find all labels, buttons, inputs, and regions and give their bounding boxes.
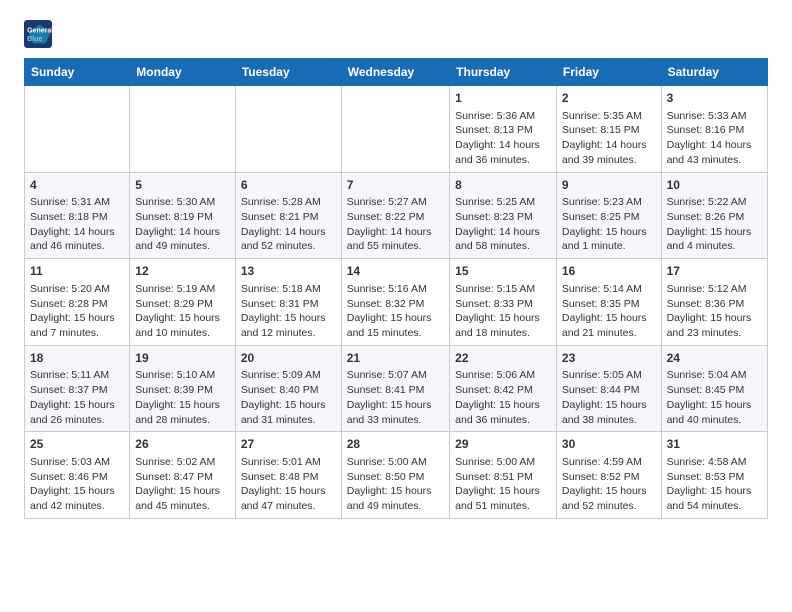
day-number: 30 xyxy=(562,436,656,453)
day-cell: 24Sunrise: 5:04 AMSunset: 8:45 PMDayligh… xyxy=(661,345,767,432)
day-cell: 10Sunrise: 5:22 AMSunset: 8:26 PMDayligh… xyxy=(661,172,767,259)
day-cell xyxy=(25,86,130,173)
day-cell: 22Sunrise: 5:06 AMSunset: 8:42 PMDayligh… xyxy=(450,345,557,432)
day-number: 14 xyxy=(347,263,444,280)
day-cell: 18Sunrise: 5:11 AMSunset: 8:37 PMDayligh… xyxy=(25,345,130,432)
day-number: 19 xyxy=(135,350,230,367)
day-number: 1 xyxy=(455,90,551,107)
day-number: 16 xyxy=(562,263,656,280)
day-number: 25 xyxy=(30,436,124,453)
weekday-header-monday: Monday xyxy=(130,59,236,86)
day-cell: 11Sunrise: 5:20 AMSunset: 8:28 PMDayligh… xyxy=(25,259,130,346)
day-number: 21 xyxy=(347,350,444,367)
day-number: 24 xyxy=(667,350,762,367)
day-number: 8 xyxy=(455,177,551,194)
day-number: 10 xyxy=(667,177,762,194)
day-number: 28 xyxy=(347,436,444,453)
day-cell: 25Sunrise: 5:03 AMSunset: 8:46 PMDayligh… xyxy=(25,432,130,519)
day-cell xyxy=(341,86,449,173)
day-cell: 19Sunrise: 5:10 AMSunset: 8:39 PMDayligh… xyxy=(130,345,236,432)
day-number: 22 xyxy=(455,350,551,367)
weekday-header-row: SundayMondayTuesdayWednesdayThursdayFrid… xyxy=(25,59,768,86)
day-cell xyxy=(130,86,236,173)
day-cell: 7Sunrise: 5:27 AMSunset: 8:22 PMDaylight… xyxy=(341,172,449,259)
day-number: 3 xyxy=(667,90,762,107)
day-number: 18 xyxy=(30,350,124,367)
day-number: 12 xyxy=(135,263,230,280)
week-row-1: 1Sunrise: 5:36 AMSunset: 8:13 PMDaylight… xyxy=(25,86,768,173)
weekday-header-tuesday: Tuesday xyxy=(235,59,341,86)
day-cell: 5Sunrise: 5:30 AMSunset: 8:19 PMDaylight… xyxy=(130,172,236,259)
logo: General Blue xyxy=(24,20,56,48)
day-number: 26 xyxy=(135,436,230,453)
week-row-3: 11Sunrise: 5:20 AMSunset: 8:28 PMDayligh… xyxy=(25,259,768,346)
svg-text:Blue: Blue xyxy=(27,36,42,43)
day-cell xyxy=(235,86,341,173)
day-number: 6 xyxy=(241,177,336,194)
day-cell: 20Sunrise: 5:09 AMSunset: 8:40 PMDayligh… xyxy=(235,345,341,432)
weekday-header-wednesday: Wednesday xyxy=(341,59,449,86)
day-number: 7 xyxy=(347,177,444,194)
day-number: 23 xyxy=(562,350,656,367)
day-cell: 28Sunrise: 5:00 AMSunset: 8:50 PMDayligh… xyxy=(341,432,449,519)
day-cell: 4Sunrise: 5:31 AMSunset: 8:18 PMDaylight… xyxy=(25,172,130,259)
day-cell: 26Sunrise: 5:02 AMSunset: 8:47 PMDayligh… xyxy=(130,432,236,519)
day-cell: 6Sunrise: 5:28 AMSunset: 8:21 PMDaylight… xyxy=(235,172,341,259)
day-number: 31 xyxy=(667,436,762,453)
day-cell: 30Sunrise: 4:59 AMSunset: 8:52 PMDayligh… xyxy=(556,432,661,519)
weekday-header-thursday: Thursday xyxy=(450,59,557,86)
day-cell: 8Sunrise: 5:25 AMSunset: 8:23 PMDaylight… xyxy=(450,172,557,259)
day-number: 4 xyxy=(30,177,124,194)
calendar-table: SundayMondayTuesdayWednesdayThursdayFrid… xyxy=(24,58,768,519)
day-cell: 17Sunrise: 5:12 AMSunset: 8:36 PMDayligh… xyxy=(661,259,767,346)
day-cell: 16Sunrise: 5:14 AMSunset: 8:35 PMDayligh… xyxy=(556,259,661,346)
weekday-header-sunday: Sunday xyxy=(25,59,130,86)
week-row-2: 4Sunrise: 5:31 AMSunset: 8:18 PMDaylight… xyxy=(25,172,768,259)
day-cell: 13Sunrise: 5:18 AMSunset: 8:31 PMDayligh… xyxy=(235,259,341,346)
header: General Blue xyxy=(24,20,768,48)
day-cell: 2Sunrise: 5:35 AMSunset: 8:15 PMDaylight… xyxy=(556,86,661,173)
day-number: 29 xyxy=(455,436,551,453)
weekday-header-friday: Friday xyxy=(556,59,661,86)
weekday-header-saturday: Saturday xyxy=(661,59,767,86)
day-cell: 29Sunrise: 5:00 AMSunset: 8:51 PMDayligh… xyxy=(450,432,557,519)
day-cell: 15Sunrise: 5:15 AMSunset: 8:33 PMDayligh… xyxy=(450,259,557,346)
day-cell: 14Sunrise: 5:16 AMSunset: 8:32 PMDayligh… xyxy=(341,259,449,346)
day-number: 5 xyxy=(135,177,230,194)
day-cell: 1Sunrise: 5:36 AMSunset: 8:13 PMDaylight… xyxy=(450,86,557,173)
day-cell: 21Sunrise: 5:07 AMSunset: 8:41 PMDayligh… xyxy=(341,345,449,432)
week-row-5: 25Sunrise: 5:03 AMSunset: 8:46 PMDayligh… xyxy=(25,432,768,519)
day-number: 13 xyxy=(241,263,336,280)
day-number: 2 xyxy=(562,90,656,107)
week-row-4: 18Sunrise: 5:11 AMSunset: 8:37 PMDayligh… xyxy=(25,345,768,432)
day-cell: 23Sunrise: 5:05 AMSunset: 8:44 PMDayligh… xyxy=(556,345,661,432)
day-number: 17 xyxy=(667,263,762,280)
day-cell: 31Sunrise: 4:58 AMSunset: 8:53 PMDayligh… xyxy=(661,432,767,519)
day-cell: 3Sunrise: 5:33 AMSunset: 8:16 PMDaylight… xyxy=(661,86,767,173)
logo-icon: General Blue xyxy=(24,20,52,48)
day-number: 20 xyxy=(241,350,336,367)
day-cell: 27Sunrise: 5:01 AMSunset: 8:48 PMDayligh… xyxy=(235,432,341,519)
day-number: 9 xyxy=(562,177,656,194)
svg-text:General: General xyxy=(27,27,52,34)
day-number: 27 xyxy=(241,436,336,453)
day-cell: 12Sunrise: 5:19 AMSunset: 8:29 PMDayligh… xyxy=(130,259,236,346)
day-number: 15 xyxy=(455,263,551,280)
page: General Blue SundayMondayTuesdayWednesda… xyxy=(0,0,792,535)
day-cell: 9Sunrise: 5:23 AMSunset: 8:25 PMDaylight… xyxy=(556,172,661,259)
day-number: 11 xyxy=(30,263,124,280)
